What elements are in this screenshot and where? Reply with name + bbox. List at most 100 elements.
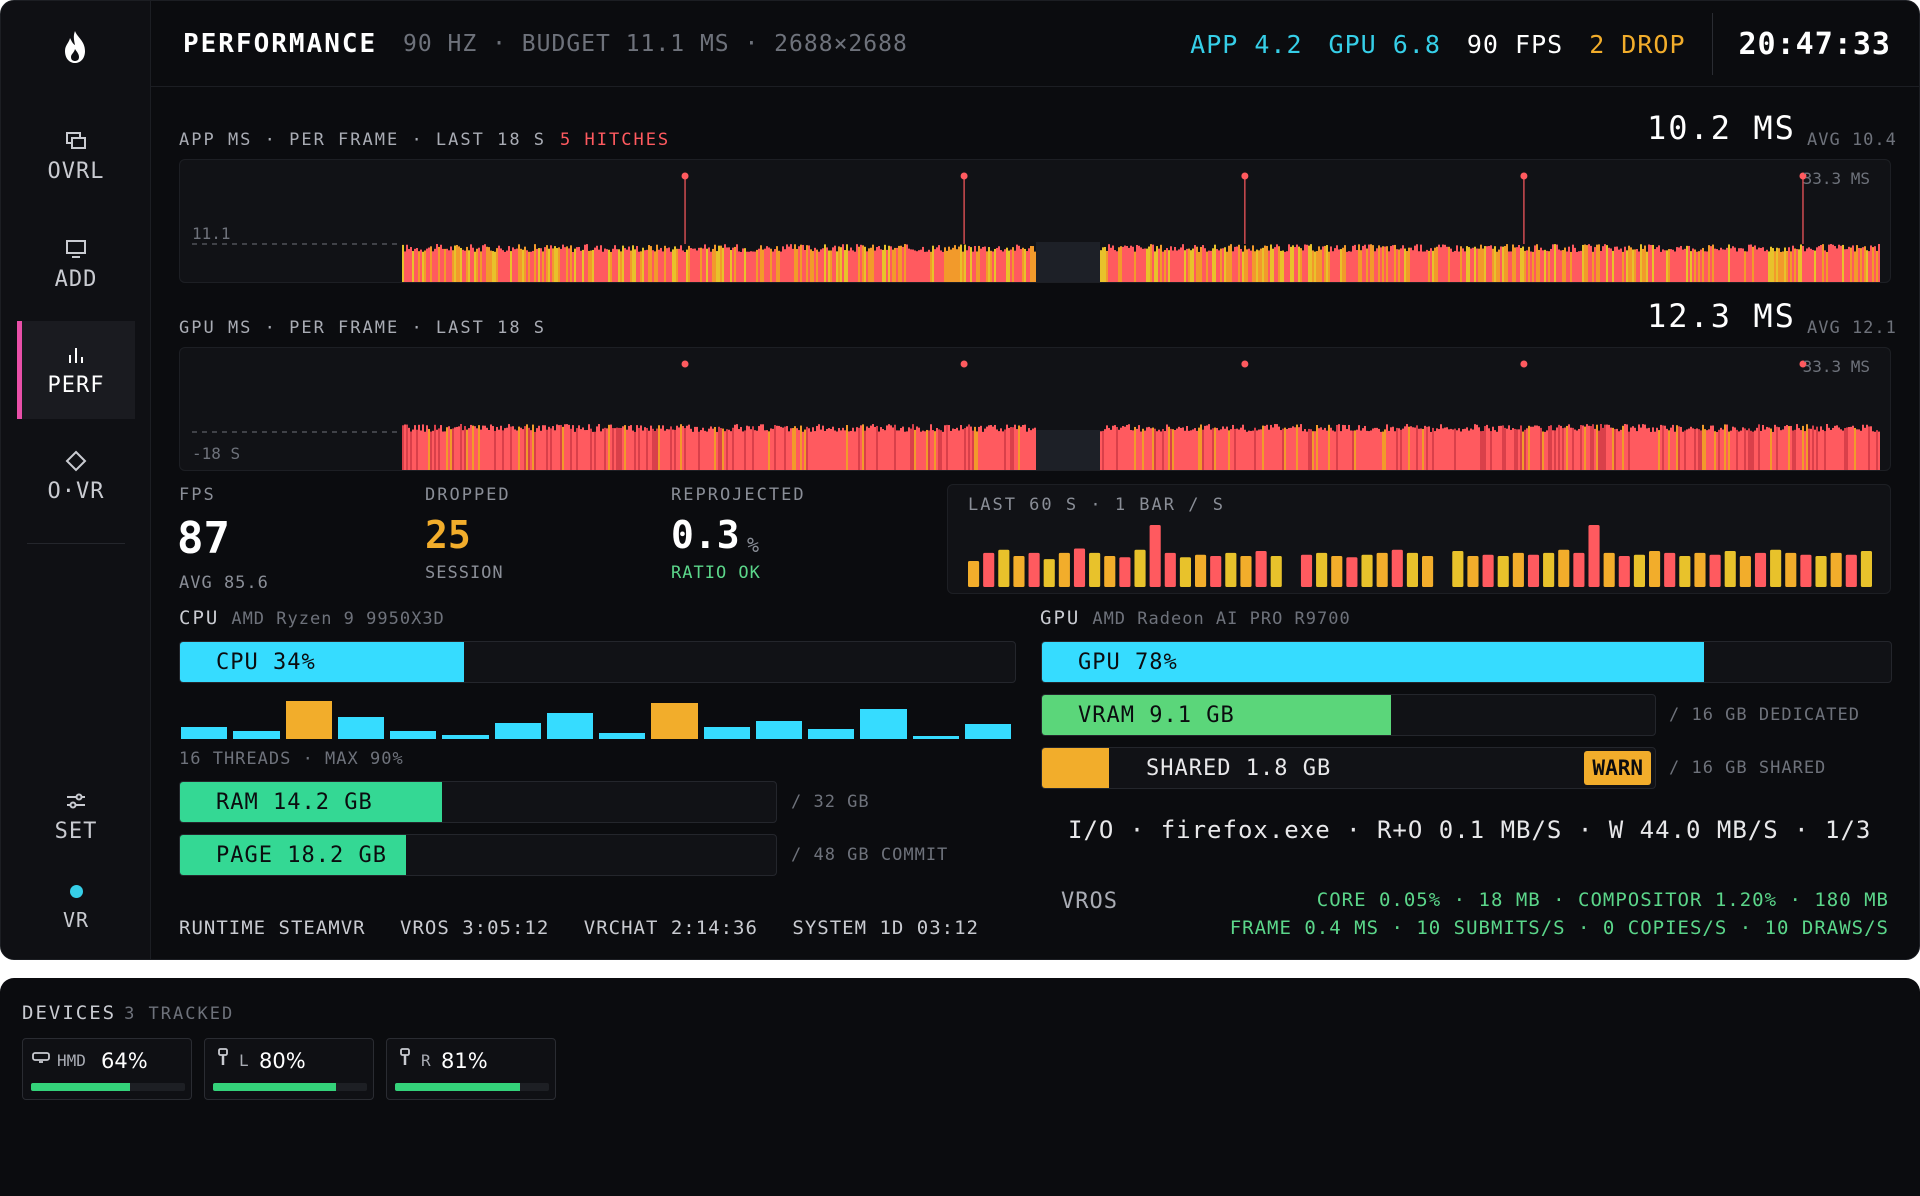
frame-bar — [780, 251, 782, 282]
frame-bar — [448, 250, 450, 282]
frame-bar — [1784, 247, 1786, 282]
device-card-right[interactable]: R 81% — [386, 1038, 556, 1100]
frame-bar — [1536, 425, 1538, 470]
frame-bar — [1644, 245, 1646, 282]
frame-bar — [1152, 244, 1154, 282]
frame-bar — [1820, 426, 1822, 470]
frame-bar — [1158, 429, 1160, 470]
sidebar-item-vr[interactable]: VR — [17, 873, 135, 943]
frame-bar — [1718, 250, 1720, 282]
frame-bar — [1556, 244, 1558, 282]
second-bar — [1785, 552, 1797, 587]
sidebar-item-perf[interactable]: PERF — [17, 321, 135, 419]
frame-bar — [1294, 427, 1296, 470]
battery-fill — [395, 1083, 520, 1091]
frame-bar — [610, 424, 612, 470]
frame-bar — [1116, 426, 1118, 470]
frame-bar — [642, 247, 644, 282]
frame-bar — [1372, 428, 1374, 470]
frame-bar — [954, 245, 956, 282]
io-status: I/O · firefox.exe · R+O 0.1 MB/S · W 44.… — [1068, 816, 1872, 844]
frame-bar — [806, 245, 808, 282]
sidebar-item-add[interactable]: ADD — [17, 215, 135, 313]
frame-bar — [1628, 431, 1630, 470]
frame-bar — [1226, 426, 1228, 470]
frame-bar — [1576, 430, 1578, 470]
second-bar — [998, 549, 1010, 587]
frame-bar — [1254, 251, 1256, 282]
frame-bar — [1246, 431, 1248, 470]
frame-bar — [904, 244, 906, 282]
second-bar — [1210, 556, 1222, 587]
frame-bar — [930, 424, 932, 470]
frame-bar — [1572, 244, 1574, 282]
frame-bar — [1828, 244, 1830, 282]
frame-bar — [1554, 430, 1556, 470]
frame-bar — [948, 425, 950, 470]
frame-bar — [838, 428, 840, 470]
frame-bar — [1110, 429, 1112, 470]
frame-bar — [564, 247, 566, 282]
frame-bar — [550, 428, 552, 470]
frame-bar — [438, 246, 440, 282]
frame-bar — [574, 248, 576, 282]
frame-bar — [854, 431, 856, 470]
frame-bar — [1614, 429, 1616, 470]
frame-bar — [1152, 427, 1154, 470]
frame-bar — [1808, 247, 1810, 282]
frame-bar — [1382, 246, 1384, 282]
sidebar-item-settings[interactable]: SET — [17, 771, 135, 861]
sidebar-item-label: ADD — [54, 266, 98, 292]
frame-bar — [980, 248, 982, 282]
frame-bar — [582, 427, 584, 470]
frame-bar — [1616, 246, 1618, 282]
frame-bar — [1242, 251, 1244, 282]
frame-bar — [1642, 424, 1644, 470]
frame-bar — [1638, 251, 1640, 282]
frame-bar — [1828, 427, 1830, 470]
frame-bar — [1508, 425, 1510, 470]
frame-bar — [1858, 429, 1860, 470]
frame-bar — [1026, 251, 1028, 282]
frame-bar — [592, 431, 594, 470]
frame-bar — [1758, 247, 1760, 282]
frame-bar — [454, 245, 456, 282]
frame-bar — [1748, 244, 1750, 282]
frame-bar — [680, 245, 682, 282]
frame-bar — [720, 428, 722, 470]
frame-bar — [410, 247, 412, 282]
device-card-left[interactable]: L 80% — [204, 1038, 374, 1100]
frame-bar — [630, 250, 632, 282]
frame-bar — [746, 251, 748, 282]
frame-bar — [1652, 244, 1654, 282]
gpu-ms-avg: AVG 12.1 — [1807, 318, 1897, 338]
frame-bar — [1016, 244, 1018, 282]
sidebar-item-ovr[interactable]: O·VR — [17, 427, 135, 525]
frame-bar — [558, 425, 560, 470]
frame-bar — [992, 426, 994, 470]
frame-bar — [1614, 246, 1616, 282]
frame-bar — [818, 251, 820, 282]
frame-bar — [864, 246, 866, 282]
frame-bar — [774, 425, 776, 470]
frame-bar — [492, 251, 494, 282]
frame-bar — [496, 426, 498, 470]
frame-bar — [1734, 427, 1736, 470]
frame-bar — [464, 250, 466, 282]
sidebar-item-ovrl[interactable]: OVRL — [17, 107, 135, 205]
shared-memory-total: / 16 GB SHARED — [1669, 758, 1827, 778]
frame-bar — [1392, 426, 1394, 470]
frame-bar — [1480, 431, 1482, 470]
device-card-hmd[interactable]: HMD 64% — [22, 1038, 192, 1100]
frame-bar — [1722, 249, 1724, 282]
frame-bar — [570, 245, 572, 282]
frame-bar — [1140, 431, 1142, 470]
frame-bar — [580, 250, 582, 282]
frame-bar — [582, 249, 584, 282]
frame-bar — [1160, 244, 1162, 282]
frame-bar — [1348, 251, 1350, 282]
frame-bar — [1494, 430, 1496, 470]
frame-bar — [502, 430, 504, 470]
frame-bar — [668, 247, 670, 282]
frame-bar — [1156, 246, 1158, 282]
